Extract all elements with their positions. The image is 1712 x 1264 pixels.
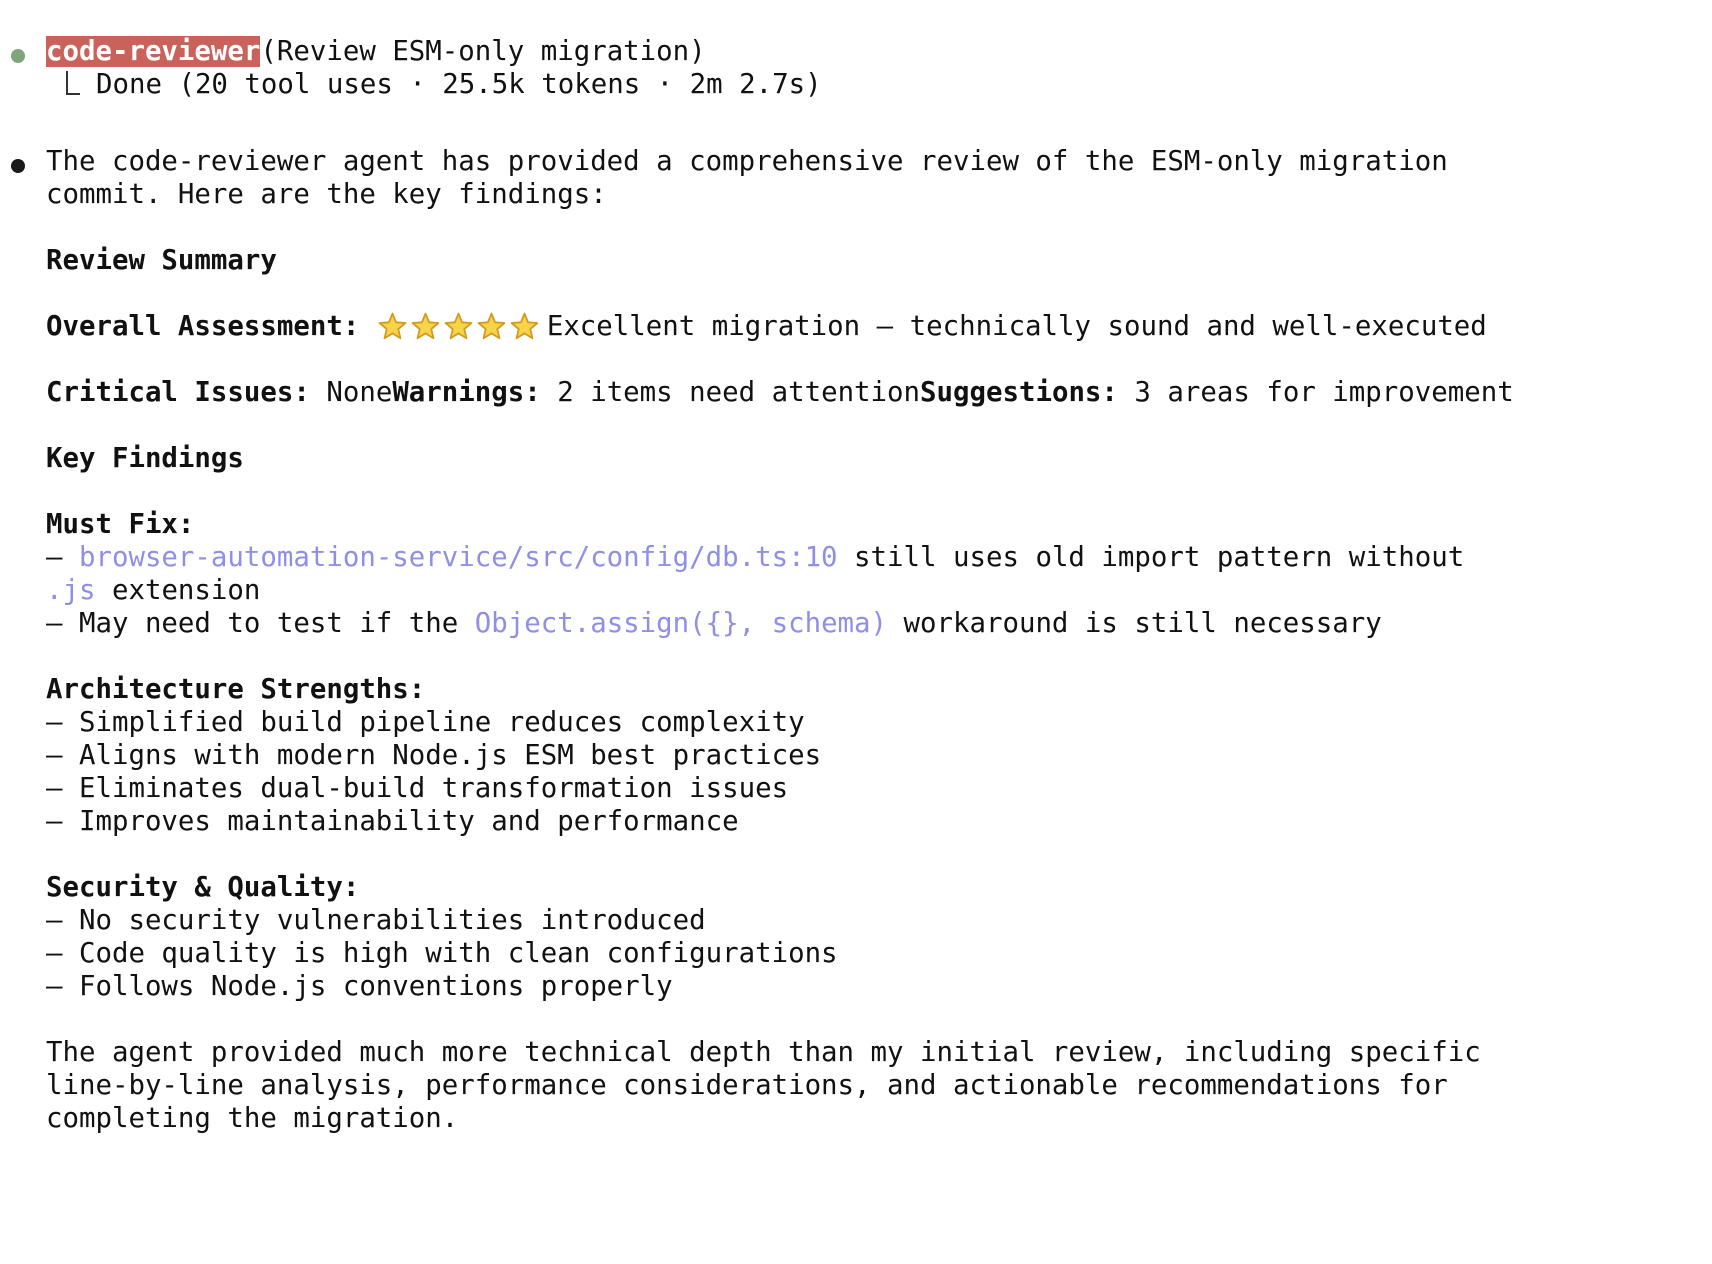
- list-item: – Simplified build pipeline reduces comp…: [46, 707, 805, 738]
- star-icon: [444, 312, 473, 340]
- suggestions-label: Suggestions:: [920, 377, 1118, 408]
- list-item: – Eliminates dual-build transformation i…: [46, 773, 789, 804]
- overall-text: Excellent migration – technically sound …: [546, 311, 1487, 342]
- list-item: – Improves maintainability and performan…: [46, 806, 739, 837]
- closing-line-2: line-by-line analysis, performance consi…: [46, 1070, 1448, 1101]
- must-fix-item-2-prefix: – May need to test if the: [46, 608, 475, 639]
- list-item: – Aligns with modern Node.js ESM best pr…: [46, 740, 822, 771]
- closing-line-3: completing the migration.: [46, 1103, 459, 1134]
- must-fix-heading: Must Fix:: [46, 509, 195, 540]
- file-extension-code: .js: [46, 575, 96, 606]
- message-dot-icon: [11, 159, 25, 173]
- status-dot-icon: [11, 49, 25, 63]
- task-status: Done (20 tool uses · 25.5k tokens · 2m 2…: [96, 69, 822, 100]
- list-dash: –: [46, 542, 79, 573]
- star-icon: [378, 312, 407, 340]
- architecture-heading: Architecture Strengths:: [46, 674, 426, 705]
- issue-counts-line: Critical Issues: NoneWarnings: 2 items n…: [46, 375, 1514, 411]
- terminal-output: code-reviewer(Review ESM-only migration)…: [0, 0, 1712, 1264]
- task-description: (Review ESM-only migration): [260, 36, 706, 67]
- agent-name-badge[interactable]: code-reviewer: [46, 36, 261, 67]
- must-fix-item-2-text: workaround is still necessary: [887, 608, 1382, 639]
- rating-stars: [376, 309, 541, 345]
- list-item: – No security vulnerabilities introduced: [46, 905, 706, 936]
- warnings-value: 2 items need attention: [540, 377, 921, 408]
- must-fix-item-2: – May need to test if the Object.assign(…: [46, 606, 1382, 642]
- security-heading: Security & Quality:: [46, 872, 360, 903]
- list-item: – Follows Node.js conventions properly: [46, 971, 673, 1002]
- star-icon: [477, 312, 506, 340]
- intro-line-2: commit. Here are the key findings:: [46, 179, 607, 210]
- review-summary-heading: Review Summary: [46, 245, 277, 276]
- critical-label: Critical Issues:: [46, 377, 310, 408]
- file-path-link[interactable]: browser-automation-service/src/config/db…: [79, 542, 838, 573]
- intro-line-1: The code-reviewer agent has provided a c…: [46, 146, 1448, 177]
- must-fix-item-1-cont: .js extension: [46, 573, 260, 609]
- must-fix-item-1: – browser-automation-service/src/config/…: [46, 540, 1464, 576]
- key-findings-heading: Key Findings: [46, 443, 244, 474]
- star-icon: [411, 312, 440, 340]
- overall-assessment-line: Overall Assessment: Excellent migration …: [46, 309, 1487, 345]
- closing-line-1: The agent provided much more technical d…: [46, 1037, 1481, 1068]
- warnings-label: Warnings:: [392, 377, 541, 408]
- suggestions-value: 3 areas for improvement: [1117, 377, 1514, 408]
- star-icon: [510, 312, 539, 340]
- inline-code: Object.assign({}, schema): [474, 608, 888, 639]
- must-fix-item-1-text2: extension: [95, 575, 261, 606]
- overall-label: Overall Assessment:: [46, 311, 360, 342]
- task-status-line: Done (20 tool uses · 25.5k tokens · 2m 2…: [46, 67, 822, 103]
- critical-value: None: [309, 377, 393, 408]
- task-header: code-reviewer(Review ESM-only migration): [46, 34, 706, 70]
- tree-branch-icon: [46, 67, 96, 103]
- list-item: – Code quality is high with clean config…: [46, 938, 838, 969]
- must-fix-item-1-text: still uses old import pattern without: [837, 542, 1465, 573]
